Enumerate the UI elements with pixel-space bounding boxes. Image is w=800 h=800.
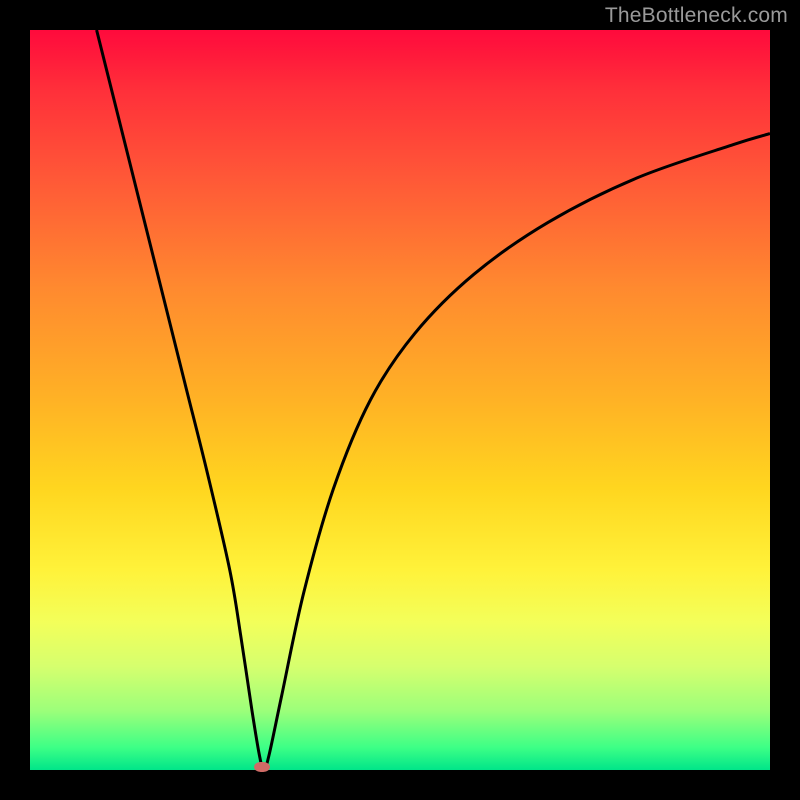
watermark-text: TheBottleneck.com [605,4,788,28]
min-point-marker [254,762,270,772]
bottleneck-curve [30,30,770,770]
chart-frame: TheBottleneck.com [0,0,800,800]
curve-path [97,30,770,770]
plot-area [30,30,770,770]
